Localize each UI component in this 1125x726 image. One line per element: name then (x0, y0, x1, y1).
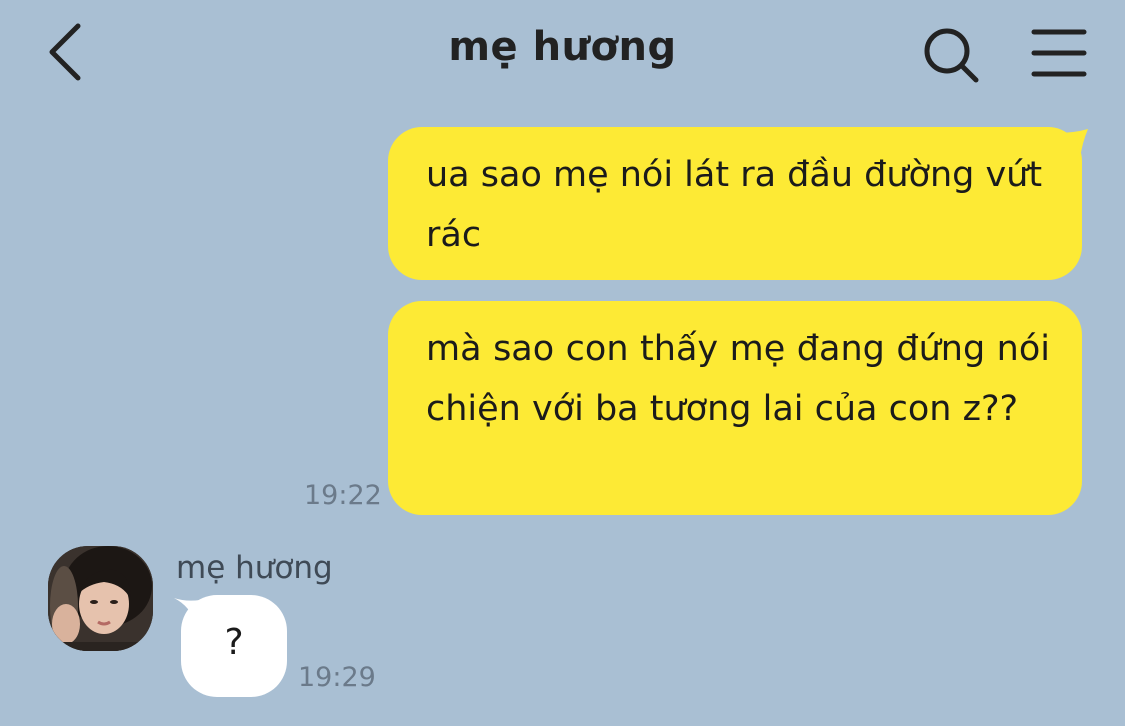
profile-photo (48, 546, 153, 651)
avatar[interactable] (48, 546, 153, 651)
menu-button[interactable] (1026, 24, 1092, 84)
message-timestamp: 19:29 (298, 662, 376, 693)
chat-header: mẹ hương (0, 0, 1125, 105)
message-text: ua sao mẹ nói lát ra đầu đường vứt rác (426, 155, 1043, 255)
message-text: mà sao con thấy mẹ đang đứng nói chiện v… (426, 329, 1050, 429)
search-button[interactable] (918, 22, 984, 88)
outgoing-message[interactable]: mà sao con thấy mẹ đang đứng nói chiện v… (388, 301, 1082, 515)
outgoing-message[interactable]: ua sao mẹ nói lát ra đầu đường vứt rác (388, 127, 1082, 280)
hamburger-menu-icon (1031, 29, 1087, 77)
search-icon (924, 28, 979, 83)
message-text: ? (224, 622, 244, 663)
sender-name: mẹ hương (176, 550, 333, 586)
incoming-message[interactable]: ? (181, 595, 287, 697)
message-timestamp: 19:22 (304, 480, 382, 511)
